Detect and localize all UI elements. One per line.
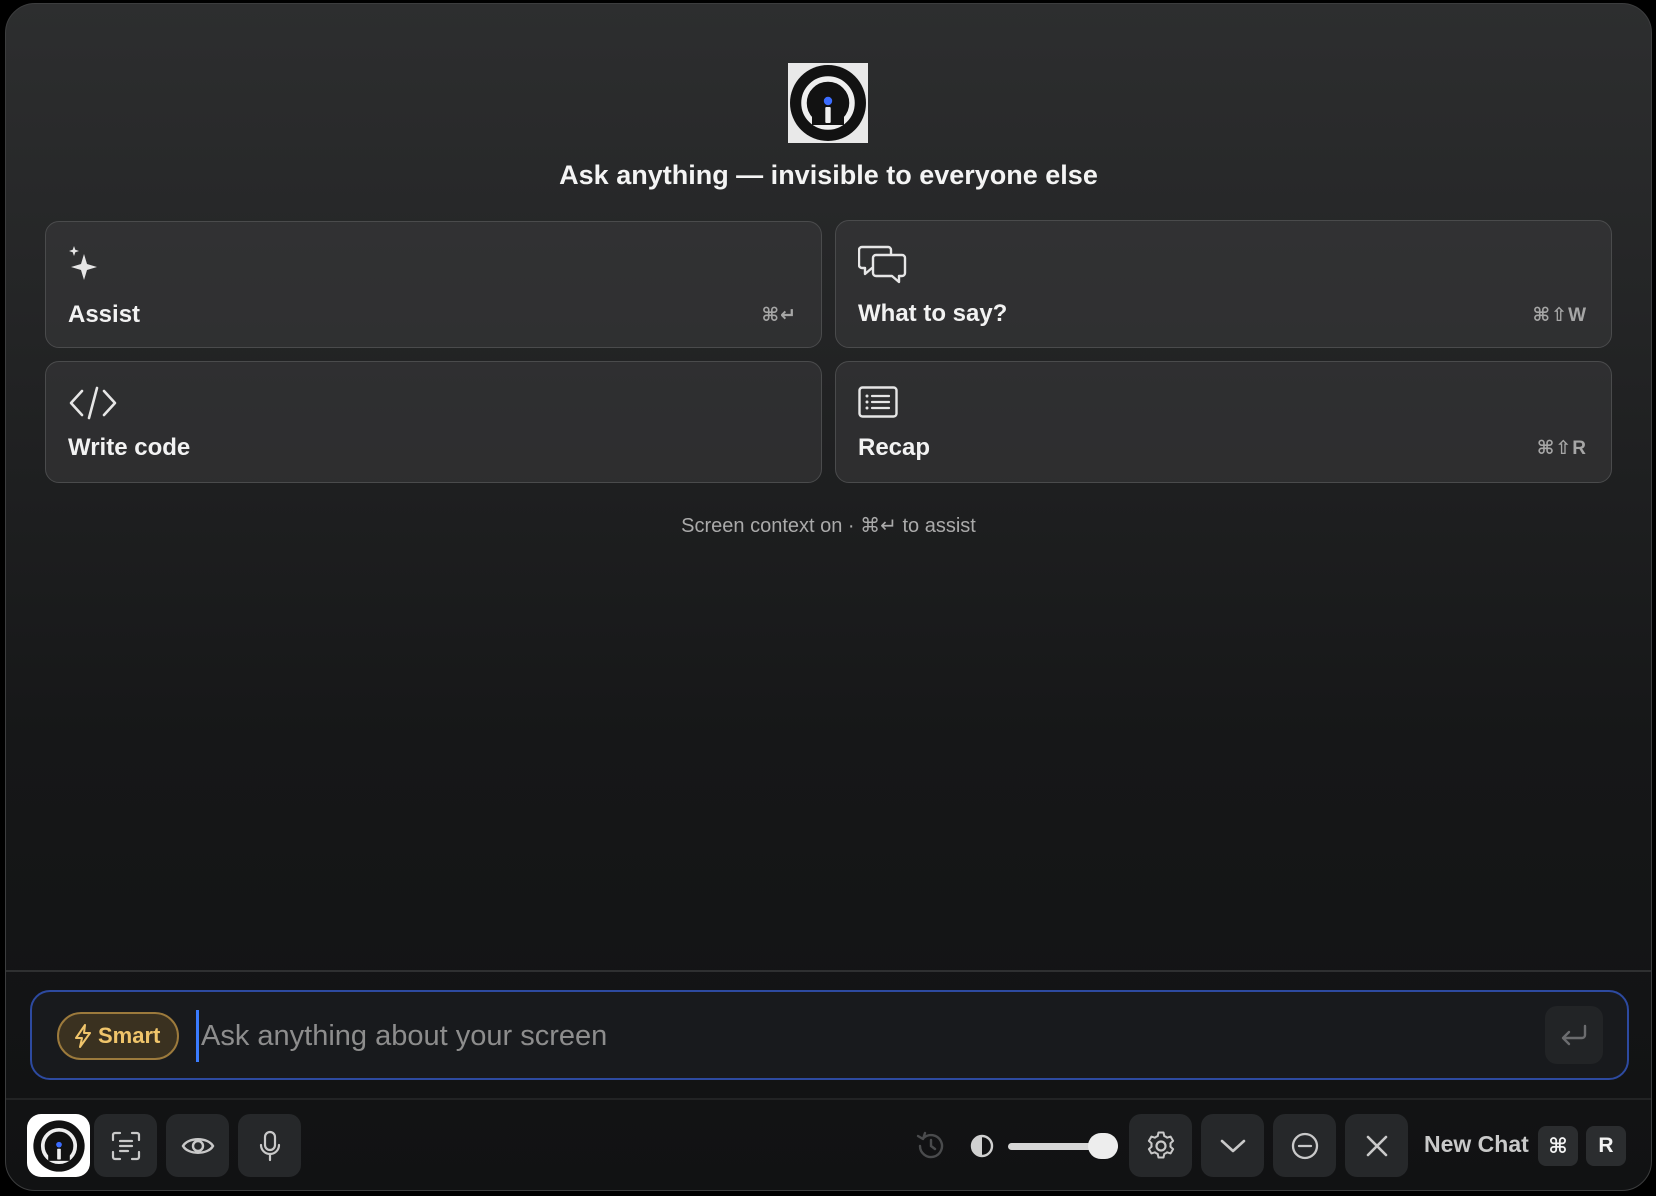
toolbar-divider xyxy=(6,1098,1651,1100)
bolt-icon xyxy=(75,1024,91,1048)
assist-label: Assist xyxy=(68,301,141,328)
ask-input[interactable] xyxy=(196,1010,1436,1062)
write-code-label: Write code xyxy=(68,434,191,461)
recap-label: Recap xyxy=(858,434,931,461)
settings-button[interactable] xyxy=(1129,1114,1192,1177)
app-logo-icon xyxy=(32,1119,85,1172)
app-logo xyxy=(788,63,868,143)
what-to-say-shortcut: ⌘⇧W xyxy=(1532,305,1587,326)
opacity-slider-thumb[interactable] xyxy=(1088,1133,1118,1159)
screen-capture-button[interactable] xyxy=(94,1114,157,1177)
close-icon xyxy=(1366,1135,1387,1156)
assist-shortcut: ⌘↵ xyxy=(761,305,797,326)
eye-icon xyxy=(181,1137,214,1154)
recap-shortcut: ⌘⇧R xyxy=(1536,438,1587,459)
new-chat-key-r: R xyxy=(1586,1126,1626,1166)
microphone-icon xyxy=(259,1130,280,1161)
chevron-down-icon xyxy=(1220,1139,1245,1152)
microphone-button[interactable] xyxy=(238,1114,301,1177)
history-button[interactable] xyxy=(899,1114,962,1177)
visibility-button[interactable] xyxy=(166,1114,229,1177)
gear-icon xyxy=(1147,1131,1174,1158)
app-menu-button[interactable] xyxy=(27,1114,90,1177)
smart-mode-label: Smart xyxy=(98,1023,161,1048)
chat-bubbles-icon xyxy=(857,243,908,290)
what-to-say-card[interactable]: What to say? ⌘⇧W xyxy=(835,220,1612,348)
minus-circle-icon xyxy=(1291,1132,1318,1159)
divider xyxy=(6,970,1651,972)
contrast-icon xyxy=(969,1133,995,1164)
assist-card[interactable]: Assist ⌘↵ xyxy=(45,221,822,348)
list-icon xyxy=(858,386,898,423)
close-button[interactable] xyxy=(1345,1114,1408,1177)
enter-icon xyxy=(1561,1024,1587,1046)
sparkles-icon xyxy=(68,244,102,287)
chat-input-bar: Smart xyxy=(30,990,1629,1080)
new-chat-key-cmd: ⌘ xyxy=(1538,1126,1578,1166)
what-to-say-label: What to say? xyxy=(858,300,1008,327)
new-chat-label[interactable]: New Chat xyxy=(1424,1131,1529,1158)
page-title: Ask anything — invisible to everyone els… xyxy=(559,160,1098,190)
code-icon xyxy=(68,386,118,425)
recap-card[interactable]: Recap ⌘⇧R xyxy=(835,361,1612,483)
minimize-button[interactable] xyxy=(1273,1114,1336,1177)
app-window: Ask anything — invisible to everyone els… xyxy=(5,3,1652,1191)
smart-mode-button[interactable]: Smart xyxy=(57,1012,180,1060)
send-button[interactable] xyxy=(1545,1006,1603,1064)
write-code-card[interactable]: Write code xyxy=(45,361,822,483)
scan-text-icon xyxy=(111,1131,140,1160)
history-icon xyxy=(916,1131,943,1158)
collapse-button[interactable] xyxy=(1201,1114,1264,1177)
screen-context-hint: Screen context on · ⌘↵ to assist xyxy=(681,515,976,537)
app-logo-icon xyxy=(790,65,866,141)
